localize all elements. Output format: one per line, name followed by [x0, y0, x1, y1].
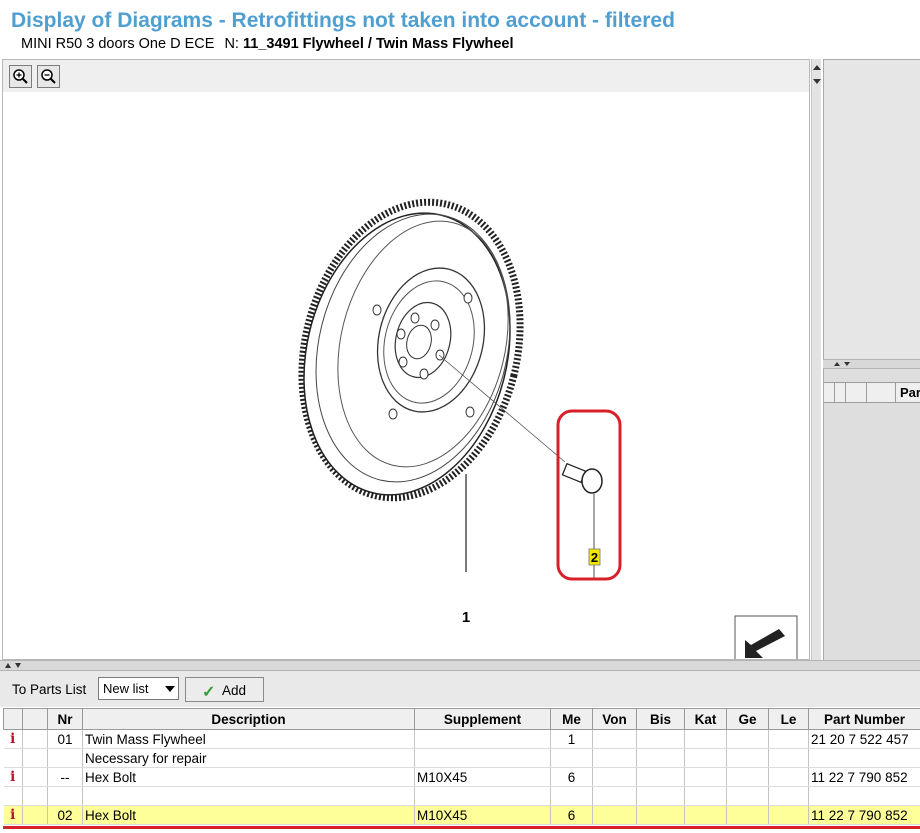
right-panel-bottom: Part: [823, 369, 920, 660]
column-header-le[interactable]: Le: [768, 708, 809, 730]
row-supplement: [414, 786, 551, 806]
row-nr: 01: [47, 729, 83, 749]
info-icon[interactable]: i: [3, 805, 23, 825]
column-header-supplement[interactable]: Supplement: [414, 708, 551, 730]
splitter-arrows-icon[interactable]: [833, 360, 853, 368]
callout-1[interactable]: 1: [462, 609, 470, 626]
splitter-arrows-icon[interactable]: [4, 661, 24, 670]
column-header-description[interactable]: Description: [82, 708, 415, 730]
right-panel-top: [823, 59, 920, 359]
vehicle-name: MINI R50 3 doors One D ECE: [21, 36, 215, 52]
table-header-row: Nr Description Supplement Me Von Bis Kat…: [3, 708, 920, 730]
row-description: Necessary for repair: [82, 748, 415, 768]
row-nr: [47, 786, 83, 806]
checkmark-icon: ✓: [202, 684, 216, 701]
row-description: Twin Mass Flywheel: [82, 729, 415, 749]
row-quantity: [550, 748, 593, 768]
table-row[interactable]: i 01 Twin Mass Flywheel 1 21 20 7 522 45…: [3, 729, 920, 749]
flywheel-drawing: [298, 198, 566, 572]
diagram-canvas[interactable]: 1 2 00114732: [3, 92, 809, 682]
column-header-blank[interactable]: [22, 708, 48, 730]
chevron-down-icon: [165, 686, 175, 692]
info-icon: [3, 786, 23, 806]
zoom-in-icon: [13, 69, 28, 84]
row-quantity: 6: [550, 767, 593, 787]
table-row-selected[interactable]: i 02 Hex Bolt M10X45 6 11 22 7 790 852: [3, 805, 920, 825]
info-icon[interactable]: i: [3, 729, 23, 749]
navigation-arrow-icon[interactable]: [734, 615, 798, 665]
horizontal-splitter[interactable]: [0, 660, 920, 671]
row-supplement: [414, 729, 551, 749]
row-quantity: [550, 786, 593, 806]
row-nr: 02: [47, 805, 83, 825]
row-quantity: 6: [550, 805, 593, 825]
column-header-von[interactable]: Von: [592, 708, 637, 730]
row-nr: [47, 748, 83, 768]
diagram-toolbar: [3, 60, 809, 92]
table-row[interactable]: i -- Hex Bolt M10X45 6 11 22 7 790 852: [3, 767, 920, 787]
parts-list-toolbar: To Parts List New list ✓ Add: [0, 671, 920, 707]
add-button-label: Add: [222, 683, 247, 698]
row-nr: --: [47, 767, 83, 787]
row-quantity: 1: [550, 729, 593, 749]
row-part-number: [808, 786, 920, 806]
info-icon: [3, 748, 23, 768]
right-panel-splitter[interactable]: [823, 359, 920, 369]
list-select-value: New list: [103, 681, 149, 696]
column-header-kat[interactable]: Kat: [684, 708, 727, 730]
callout-2[interactable]: 2: [591, 550, 598, 565]
scroll-down-arrow-icon[interactable]: [812, 75, 822, 89]
row-supplement: M10X45: [414, 767, 551, 787]
table-row[interactable]: [3, 786, 920, 806]
row-supplement: [414, 748, 551, 768]
column-header-part-number[interactable]: Part Number: [808, 708, 920, 730]
column-header-bis[interactable]: Bis: [636, 708, 685, 730]
column-header-info[interactable]: [3, 708, 23, 730]
table-row[interactable]: Necessary for repair: [3, 748, 920, 768]
to-parts-list-label: To Parts List: [12, 682, 87, 697]
zoom-in-button[interactable]: [9, 65, 32, 88]
row-description: Hex Bolt: [82, 767, 415, 787]
row-description: [82, 786, 415, 806]
row-part-number: [808, 748, 920, 768]
selected-row-underline: [3, 826, 920, 829]
flywheel-diagram: 1 2 00114732: [298, 198, 798, 682]
row-supplement: M10X45: [414, 805, 551, 825]
parts-table: Nr Description Supplement Me Von Bis Kat…: [3, 708, 920, 825]
row-description: Hex Bolt: [82, 805, 415, 825]
list-select[interactable]: New list: [98, 677, 179, 700]
column-header-me[interactable]: Me: [550, 708, 593, 730]
diagram-vertical-scrollbar[interactable]: [811, 59, 821, 660]
column-header-ge[interactable]: Ge: [726, 708, 769, 730]
group-name: 11_3491 Flywheel / Twin Mass Flywheel: [242, 36, 514, 52]
scroll-up-arrow-icon[interactable]: [812, 61, 822, 75]
row-part-number: 21 20 7 522 457: [808, 729, 920, 749]
zoom-out-icon: [41, 69, 56, 84]
info-icon[interactable]: i: [3, 767, 23, 787]
vehicle-subtitle: MINI R50 3 doors One D ECE N: 11_3491 Fl…: [21, 36, 514, 52]
row-part-number: 11 22 7 790 852: [808, 805, 920, 825]
group-prefix: N:: [224, 36, 239, 52]
diagram-panel: 1 2 00114732: [2, 59, 810, 682]
row-part-number: 11 22 7 790 852: [808, 767, 920, 787]
zoom-out-button[interactable]: [37, 65, 60, 88]
right-panel-part-header: Part: [900, 385, 920, 400]
add-button[interactable]: ✓ Add: [185, 677, 264, 702]
column-header-nr[interactable]: Nr: [47, 708, 83, 730]
page-header: Display of Diagrams - Retrofittings not …: [0, 0, 920, 58]
right-panel-table-header: Part: [824, 382, 920, 403]
page-title: Display of Diagrams - Retrofittings not …: [11, 9, 675, 32]
